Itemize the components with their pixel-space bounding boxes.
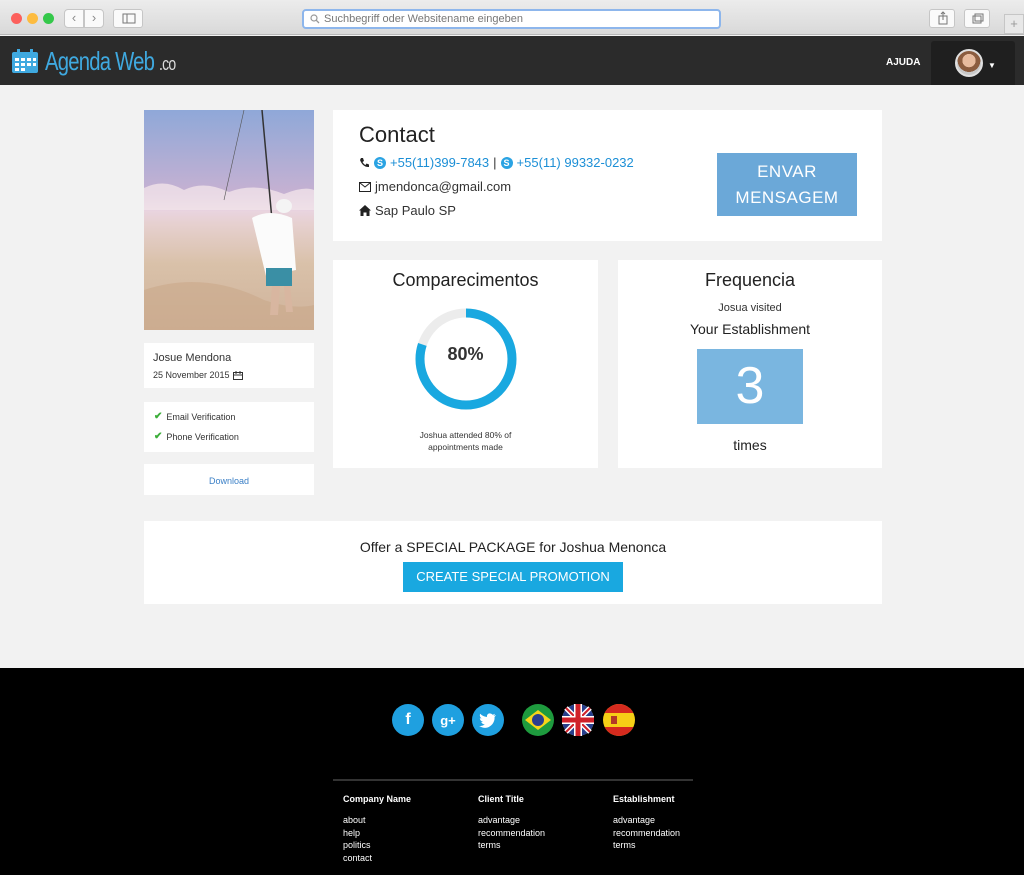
address-text: Sap Paulo SP: [375, 203, 456, 218]
footer-link-about[interactable]: about: [343, 814, 411, 827]
facebook-icon[interactable]: f: [392, 704, 424, 736]
logo-sub-text: .co: [158, 53, 176, 74]
footer-link-advantage[interactable]: advantage: [478, 814, 545, 827]
fisherman-image: [144, 110, 314, 330]
search-icon: [310, 14, 320, 24]
footer-col-establishment: Establishment advantage recommendation t…: [613, 794, 680, 852]
skype-icon: S: [500, 156, 513, 169]
phone-row: S +55(11)399-7843 | S +55(11) 99332-0232: [359, 155, 634, 170]
check-icon: ✔: [154, 411, 163, 422]
frequency-line-2: Your Establishment: [689, 321, 811, 337]
download-card: Download: [144, 464, 314, 495]
phone-verification-row: ✔ Phone Verification: [154, 431, 314, 442]
profile-name-card: Josue Mendona 25 November 2015: [144, 343, 314, 388]
top-navbar: Agenda Web .co AJUDA ▼: [0, 36, 1024, 85]
download-link[interactable]: Download: [209, 476, 249, 486]
help-link[interactable]: AJUDA: [886, 57, 920, 68]
email-row: jmendonca@gmail.com: [359, 179, 511, 194]
frequency-line-1: Josua visited: [718, 302, 782, 314]
send-message-label-1: ENVAR: [757, 162, 817, 181]
frequency-card: Frequencia Josua visited Your Establishm…: [618, 260, 882, 468]
email-address[interactable]: jmendonca@gmail.com: [375, 179, 511, 194]
back-button[interactable]: ‹: [64, 9, 84, 28]
phone-verification-label: Phone Verification: [166, 431, 239, 442]
caret-down-icon: ▼: [988, 61, 996, 70]
profile-photo: [144, 110, 314, 330]
attendance-title: Comparecimentos: [392, 270, 539, 290]
email-verification-label: Email Verification: [166, 411, 236, 422]
sidebar-icon: [122, 13, 136, 24]
footer-col-client: Client Title advantage recommendation te…: [478, 794, 545, 852]
minimize-window-button[interactable]: [27, 13, 38, 24]
client-name: Josue Mendona: [153, 352, 232, 364]
footer-link-help[interactable]: help: [343, 827, 411, 840]
attendance-caption: Joshua attended 80% of appointments made: [333, 429, 598, 453]
contact-card: Contact S +55(11)399-7843 | S +55(11) 99…: [333, 110, 882, 241]
skype-icon: S: [374, 156, 386, 169]
verification-card: ✔ Email Verification ✔ Phone Verificatio…: [144, 402, 314, 452]
attendance-percent: 80%: [447, 344, 484, 364]
visit-count: 3: [697, 349, 803, 424]
footer-divider: [333, 779, 693, 781]
phone-icon: [360, 158, 369, 168]
sidebar-toggle-button[interactable]: [113, 9, 143, 28]
uk-flag-icon[interactable]: [562, 704, 594, 736]
promotion-headline: Offer a SPECIAL PACKAGE for Joshua Menon…: [359, 539, 667, 555]
footer-link-terms[interactable]: terms: [613, 839, 680, 852]
user-menu[interactable]: ▼: [931, 41, 1015, 85]
address-row: Sap Paulo SP: [359, 203, 456, 218]
footer-link-recommendation[interactable]: recommendation: [613, 827, 680, 840]
send-message-label-2: MENSAGEM: [735, 188, 839, 207]
phone-2[interactable]: +55(11) 99332-0232: [517, 155, 634, 170]
maximize-window-button[interactable]: [43, 13, 54, 24]
check-icon: ✔: [154, 431, 163, 442]
forward-button[interactable]: ›: [84, 9, 104, 28]
share-icon: [938, 11, 948, 25]
footer-heading-client: Client Title: [478, 794, 524, 804]
frequency-unit: times: [733, 437, 767, 453]
footer-heading-company: Company Name: [343, 794, 412, 804]
logo-main-text: Agenda Web: [45, 45, 155, 76]
google-plus-icon[interactable]: g+: [432, 704, 464, 736]
twitter-icon[interactable]: [472, 704, 504, 736]
calendar-icon: [12, 49, 38, 73]
tabs-icon: [972, 13, 984, 24]
address-bar[interactable]: Suchbegriff oder Websitename eingeben: [302, 9, 721, 29]
footer-link-advantage[interactable]: advantage: [613, 814, 680, 827]
spain-flag-icon[interactable]: [603, 704, 635, 736]
attendance-card: Comparecimentos 80% Joshua attended 80% …: [333, 260, 598, 468]
address-placeholder: Suchbegriff oder Websitename eingeben: [324, 13, 523, 25]
avatar: [955, 49, 983, 77]
contact-title: Contact: [359, 122, 435, 147]
footer: f g+ Company Name about help politics co…: [0, 668, 1024, 875]
envelope-icon: [359, 181, 371, 192]
home-icon: [359, 205, 371, 216]
brazil-flag-icon[interactable]: [522, 704, 554, 736]
calendar-small-icon: [232, 370, 243, 380]
frequency-title: Frequencia: [704, 270, 796, 290]
browser-toolbar: ‹ › Suchbegriff oder Websitename eingebe…: [0, 0, 1024, 35]
footer-link-recommendation[interactable]: recommendation: [478, 827, 545, 840]
phone-separator: |: [493, 155, 497, 170]
logo[interactable]: Agenda Web .co: [11, 46, 212, 76]
attendance-caption-line-2: appointments made: [428, 442, 503, 452]
footer-link-politics[interactable]: politics: [343, 839, 411, 852]
close-window-button[interactable]: [11, 13, 22, 24]
client-date-row: 25 November 2015: [153, 370, 243, 380]
send-message-button[interactable]: ENVAR MENSAGEM: [717, 153, 857, 216]
footer-heading-establishment: Establishment: [613, 794, 675, 804]
share-button[interactable]: [929, 9, 955, 28]
phone-1[interactable]: +55(11)399-7843: [390, 155, 489, 170]
footer-link-contact[interactable]: contact: [343, 852, 411, 865]
new-tab-button[interactable]: +: [1004, 14, 1024, 34]
create-promotion-button[interactable]: CREATE SPECIAL PROMOTION: [403, 562, 623, 592]
email-verification-row: ✔ Email Verification: [154, 411, 314, 422]
attendance-caption-line-1: Joshua attended 80% of: [419, 430, 512, 440]
footer-col-company: Company Name about help politics contact: [343, 794, 411, 864]
tabs-overview-button[interactable]: [964, 9, 990, 28]
footer-link-terms[interactable]: terms: [478, 839, 545, 852]
logo-text: Agenda Web .co: [45, 45, 176, 77]
promotion-card: Offer a SPECIAL PACKAGE for Joshua Menon…: [144, 521, 882, 604]
client-date: 25 November 2015: [153, 370, 230, 380]
